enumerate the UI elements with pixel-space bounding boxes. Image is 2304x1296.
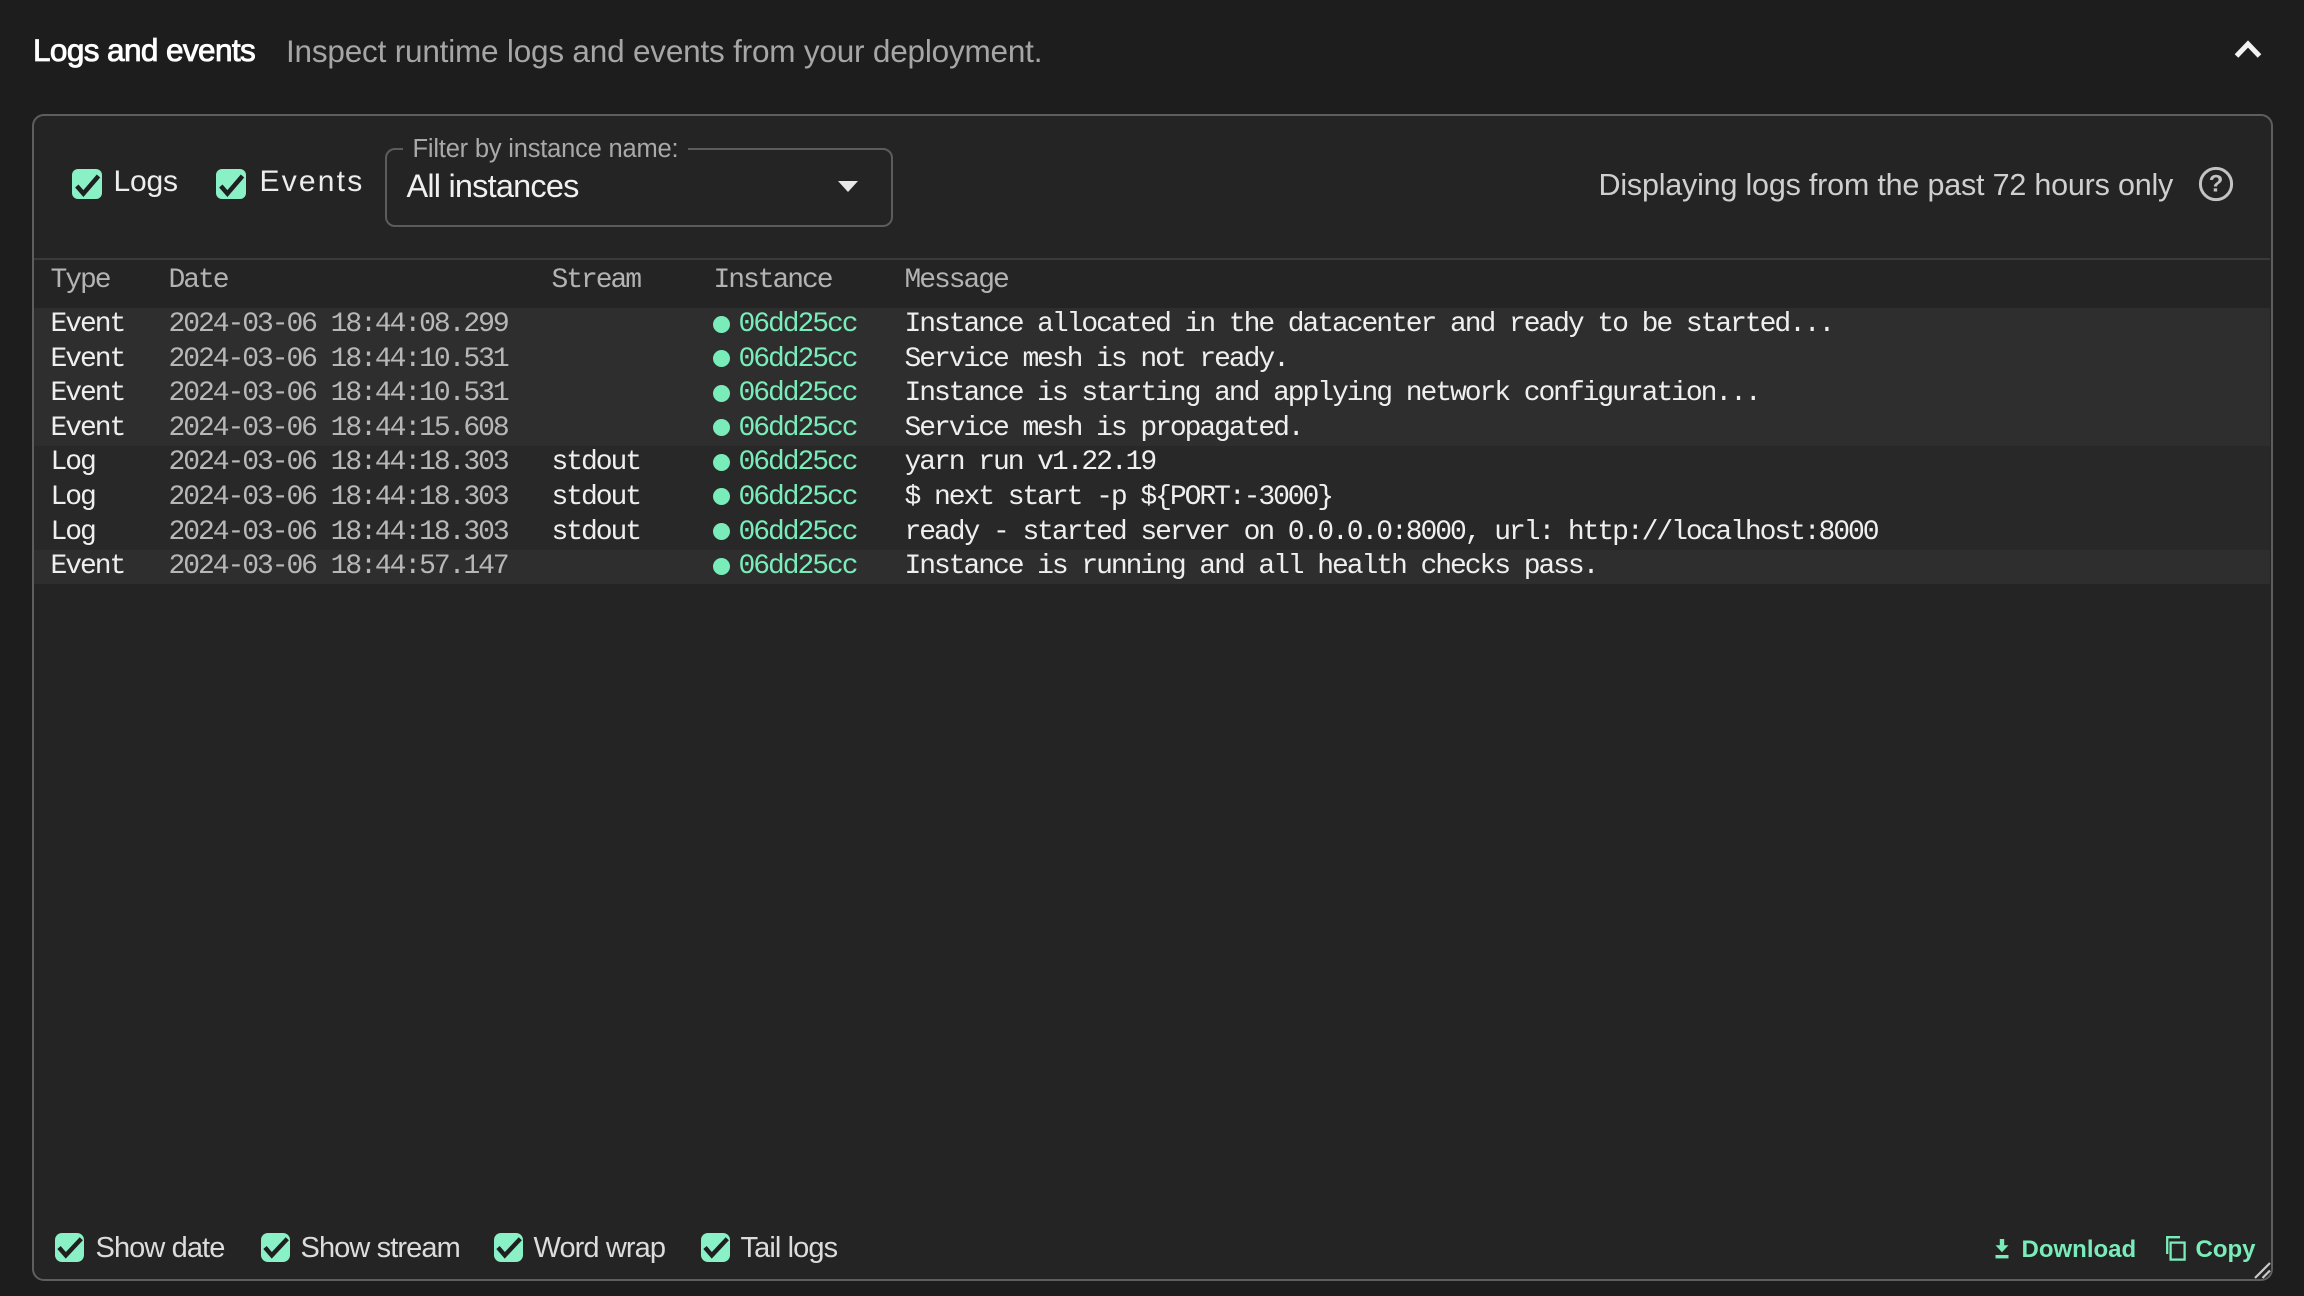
- svg-text:?: ?: [2208, 170, 2223, 197]
